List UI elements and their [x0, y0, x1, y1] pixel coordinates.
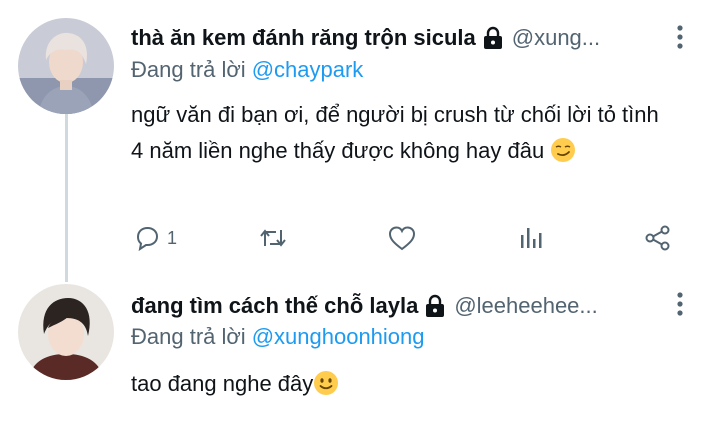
analytics-button[interactable]	[518, 224, 544, 252]
lock-icon	[424, 294, 446, 318]
display-name[interactable]: đang tìm cách thế chỗ layla	[131, 292, 418, 320]
retweet-button[interactable]	[258, 224, 288, 252]
retweet-icon	[260, 229, 286, 247]
share-icon	[645, 225, 670, 251]
user-handle[interactable]: @xung...	[512, 24, 600, 52]
user-handle[interactable]: @leeheehee...	[454, 292, 597, 320]
like-icon	[388, 226, 416, 251]
thread-connector	[65, 110, 68, 282]
analytics-icon	[521, 228, 542, 248]
tweet-actions: 1	[133, 224, 678, 254]
smirk-emoji-icon	[550, 137, 576, 174]
share-button[interactable]	[644, 224, 672, 252]
reply-to-mention[interactable]: @xunghoonhiong	[252, 324, 425, 349]
more-options-icon[interactable]	[675, 291, 685, 317]
slightly-smiling-emoji-icon	[313, 370, 339, 407]
reply-icon	[136, 226, 159, 252]
avatar[interactable]	[18, 18, 114, 114]
avatar[interactable]	[18, 284, 114, 380]
reply-to-mention[interactable]: @chaypark	[252, 57, 364, 82]
replying-to: Đang trả lời @xunghoonhiong	[131, 323, 425, 351]
tweet-text: tao đang nghe đây	[131, 366, 676, 407]
lock-icon	[482, 26, 504, 50]
like-button[interactable]	[387, 224, 417, 252]
replying-to: Đang trả lời @chaypark	[131, 56, 363, 84]
tweet-text: ngữ văn đi bạn ơi, để người bị crush từ …	[131, 97, 676, 174]
replying-to-label: Đang trả lời	[131, 324, 246, 349]
replying-to-label: Đang trả lời	[131, 57, 246, 82]
reply-button[interactable]: 1	[133, 224, 177, 252]
tweet-body: ngữ văn đi bạn ơi, để người bị crush từ …	[131, 102, 659, 163]
display-name[interactable]: thà ăn kem đánh răng trộn sicula	[131, 24, 476, 52]
more-options-icon[interactable]	[675, 24, 685, 50]
tweet-header: đang tìm cách thế chỗ layla @leeheehee..…	[131, 292, 598, 320]
reply-count: 1	[167, 227, 178, 248]
tweet-header: thà ăn kem đánh răng trộn sicula @xung..…	[131, 24, 600, 52]
tweet-body: tao đang nghe đây	[131, 371, 314, 396]
